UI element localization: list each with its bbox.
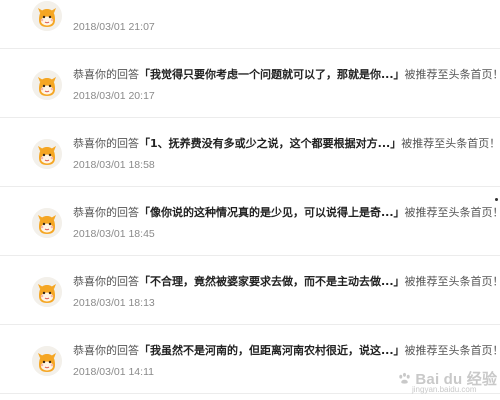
message-prefix: 恭喜你的回答 [73, 206, 139, 219]
answer-quote-link[interactable]: 「我觉得只要你考虑一个问题就可以了，那就是你...」 [139, 68, 405, 81]
cartoon-mascot-avatar-icon [32, 70, 62, 100]
timestamp: 2018/03/01 21:07 [73, 21, 155, 33]
message-prefix: 恭喜你的回答 [73, 137, 139, 150]
notification-item[interactable]: 恭喜你的回答「我觉得只要你考虑一个问题就可以了，那就是你...」被推荐至头条首页… [0, 49, 500, 118]
notification-list: 2018/03/01 21:07 恭喜你的回答「我觉得只要你考虑一个问题就可以了… [0, 0, 500, 394]
answer-quote-link[interactable]: 「像你说的这种情况真的是少见，可以说得上是奇...」 [139, 206, 405, 219]
message-suffix: 被推荐至头条首页！ [401, 137, 498, 150]
notification-message: 恭喜你的回答「我虽然不是河南的，但距离河南农村很近，说这...」被推荐至头条首页… [73, 344, 498, 358]
cartoon-mascot-avatar-icon [32, 277, 62, 307]
notification-message: 恭喜你的回答「我觉得只要你考虑一个问题就可以了，那就是你...」被推荐至头条首页… [73, 68, 498, 82]
watermark-url: jingyan.baidu.com [412, 385, 477, 394]
notification-message: 恭喜你的回答「像你说的这种情况真的是少见，可以说得上是奇...」被推荐至头条首页… [73, 206, 498, 220]
notification-page: 2018/03/01 21:07 恭喜你的回答「我觉得只要你考虑一个问题就可以了… [0, 0, 500, 400]
message-prefix: 恭喜你的回答 [73, 275, 139, 288]
notification-item[interactable]: 恭喜你的回答「像你说的这种情况真的是少见，可以说得上是奇...」被推荐至头条首页… [0, 187, 500, 256]
message-prefix: 恭喜你的回答 [73, 68, 139, 81]
scroll-indicator-dot [495, 198, 498, 201]
notification-message: 恭喜你的回答「1、抚养费没有多或少之说，这个都要根据对方...」被推荐至头条首页… [73, 137, 498, 151]
message-suffix: 被推荐至头条首页！ [404, 275, 498, 288]
message-suffix: 被推荐至头条首页！ [404, 344, 498, 357]
notification-item[interactable]: 恭喜你的回答「1、抚养费没有多或少之说，这个都要根据对方...」被推荐至头条首页… [0, 118, 500, 187]
notification-item[interactable]: 恭喜你的回答「不合理，竟然被婆家要求去做，而不是主动去做...」被推荐至头条首页… [0, 256, 500, 325]
answer-quote-link[interactable]: 「我虽然不是河南的，但距离河南农村很近，说这...」 [139, 344, 405, 357]
avatar[interactable] [32, 139, 62, 169]
avatar[interactable] [32, 70, 62, 100]
cartoon-mascot-avatar-icon [32, 208, 62, 238]
timestamp: 2018/03/01 20:17 [73, 90, 155, 102]
avatar[interactable] [32, 277, 62, 307]
answer-quote-link[interactable]: 「1、抚养费没有多或少之说，这个都要根据对方...」 [139, 137, 401, 150]
message-suffix: 被推荐至头条首页！ [404, 68, 498, 81]
avatar[interactable] [32, 208, 62, 238]
timestamp: 2018/03/01 18:13 [73, 297, 155, 309]
timestamp: 2018/03/01 18:58 [73, 159, 155, 171]
timestamp: 2018/03/01 18:45 [73, 228, 155, 240]
notification-message: 恭喜你的回答「不合理，竟然被婆家要求去做，而不是主动去做...」被推荐至头条首页… [73, 275, 498, 289]
cartoon-mascot-avatar-icon [32, 346, 62, 376]
timestamp: 2018/03/01 14:11 [73, 366, 154, 378]
message-prefix: 恭喜你的回答 [73, 344, 139, 357]
message-suffix: 被推荐至头条首页！ [404, 206, 498, 219]
baidu-jingyan-watermark: Bai du 经验 jingyan.baidu.com [398, 368, 497, 394]
paw-logo-icon [399, 372, 410, 384]
answer-quote-link[interactable]: 「不合理，竟然被婆家要求去做，而不是主动去做...」 [139, 275, 405, 288]
notification-item[interactable]: 2018/03/01 21:07 [0, 0, 500, 49]
cartoon-mascot-avatar-icon [32, 1, 62, 31]
cartoon-mascot-avatar-icon [32, 139, 62, 169]
avatar[interactable] [32, 346, 62, 376]
avatar[interactable] [32, 1, 62, 31]
